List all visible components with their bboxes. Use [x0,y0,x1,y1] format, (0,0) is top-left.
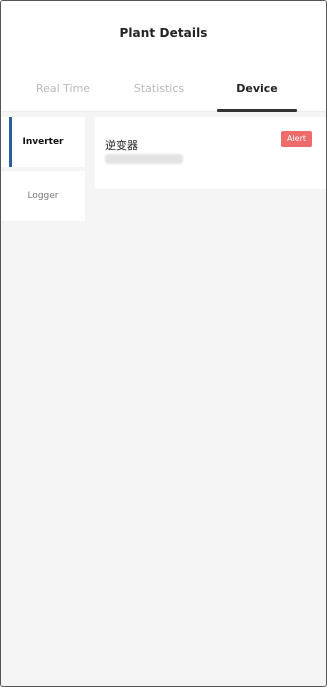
device-name: 逆变器 [105,139,138,152]
page-title: Plant Details [119,26,208,40]
side-nav-item-logger[interactable]: Logger [1,171,85,221]
side-nav-item-label: Inverter [22,137,64,147]
header-bar: Plant Details [1,1,326,65]
tab-real-time[interactable]: Real Time [13,82,113,95]
side-nav-item-inverter[interactable]: Inverter [1,117,85,167]
active-tab-indicator [217,109,297,112]
side-nav: Inverter Logger [1,113,87,223]
device-card[interactable]: 逆变器 Alert [95,117,326,189]
tab-device[interactable]: Device [207,82,307,95]
side-nav-item-label: Logger [27,191,59,201]
phone-screen: Plant Details Real Time Statistics Devic… [0,0,327,687]
device-serial-redacted [105,154,183,164]
tab-bar: Real Time Statistics Device [1,65,326,112]
tab-statistics[interactable]: Statistics [109,82,209,95]
alert-badge: Alert [280,131,312,147]
side-nav-active-indicator [9,117,12,167]
